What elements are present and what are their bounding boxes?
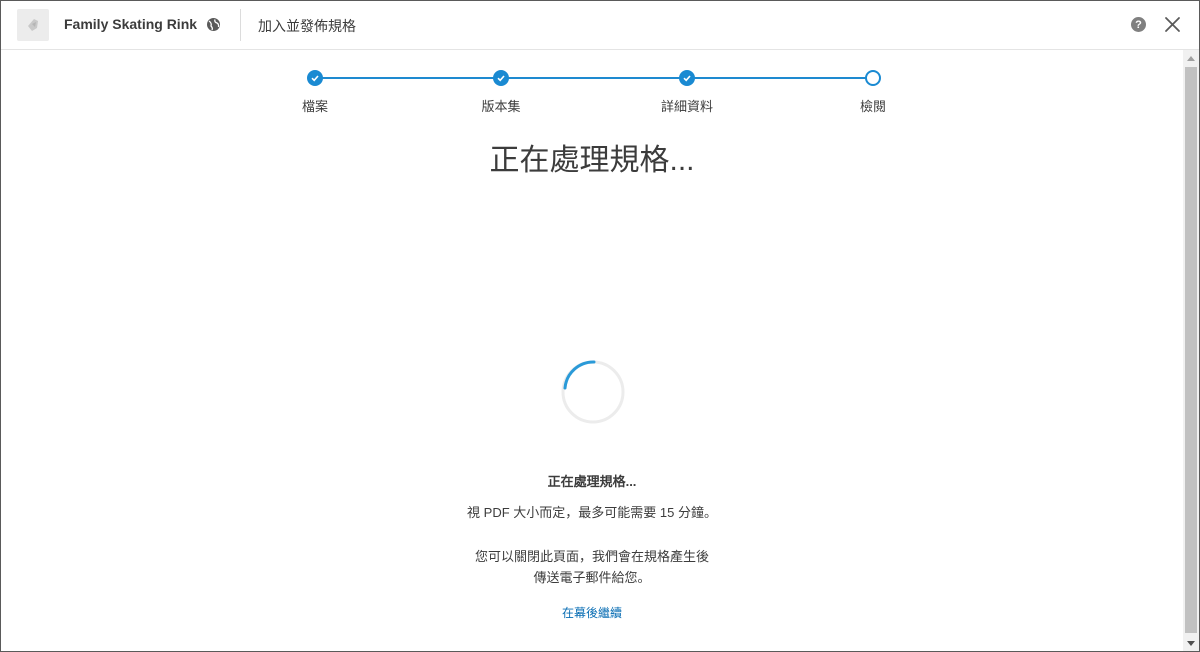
loading-spinner-icon bbox=[561, 360, 625, 424]
progress-stepper: 檔案 版本集 詳細資料 檢閱 bbox=[1, 63, 1183, 123]
status-title: 正在處理規格... bbox=[547, 474, 637, 489]
help-icon[interactable]: ? bbox=[1131, 17, 1146, 32]
status-email-text: 傳送電子郵件給您。 bbox=[533, 570, 651, 585]
scrollbar-thumb[interactable] bbox=[1185, 67, 1197, 633]
continue-in-background-link-row: 在幕後繼續 bbox=[1, 604, 1183, 621]
header-divider bbox=[240, 9, 241, 41]
step-check-icon bbox=[493, 70, 509, 86]
header-bar: Family Skating Rink 加入並發佈規格 ? bbox=[1, 1, 1199, 50]
step-check-icon bbox=[679, 70, 695, 86]
step-label-files: 檔案 bbox=[301, 99, 329, 114]
globe-icon bbox=[206, 17, 221, 32]
vertical-scrollbar[interactable] bbox=[1183, 50, 1199, 651]
project-name: Family Skating Rink bbox=[64, 16, 198, 32]
step-label-review: 檢閱 bbox=[859, 99, 887, 114]
continue-in-background-link[interactable]: 在幕後繼續 bbox=[562, 606, 622, 620]
dialog-window: Family Skating Rink 加入並發佈規格 ? 檔案 版本集 詳細資… bbox=[0, 0, 1200, 652]
step-current-indicator bbox=[865, 70, 881, 86]
status-close-text: 您可以關閉此頁面，我們會在規格產生後 bbox=[474, 549, 709, 564]
step-connector bbox=[501, 77, 687, 79]
project-thumbnail-icon bbox=[17, 9, 49, 41]
step-connector bbox=[687, 77, 873, 79]
step-check-icon bbox=[307, 70, 323, 86]
scroll-up-arrow-icon[interactable] bbox=[1183, 50, 1199, 66]
page-title: 正在處理規格... bbox=[489, 144, 695, 177]
step-label-version-set: 版本集 bbox=[481, 99, 521, 114]
step-label-details: 詳細資料 bbox=[660, 99, 714, 114]
scroll-down-arrow-icon[interactable] bbox=[1183, 635, 1199, 651]
dialog-title: 加入並發佈規格 bbox=[258, 18, 356, 34]
step-connector bbox=[315, 77, 501, 79]
close-icon[interactable] bbox=[1163, 15, 1182, 34]
status-duration-text: 視 PDF 大小而定，最多可能需要 15 分鐘。 bbox=[467, 505, 717, 520]
